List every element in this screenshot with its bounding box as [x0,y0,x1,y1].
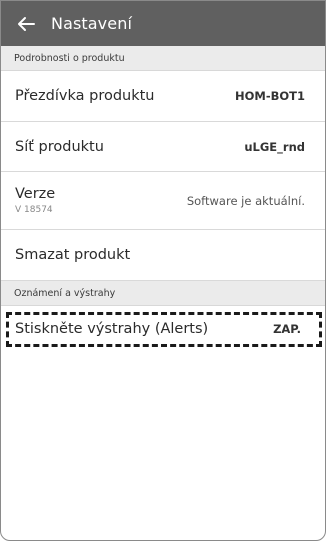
push-alerts-status[interactable]: ZAP. [273,322,301,336]
alerts-highlight: Stiskněte výstrahy (Alerts) ZAP. [1,306,325,351]
version-number: V 18574 [15,205,53,215]
push-alerts-label: Stiskněte výstrahy (Alerts) [15,320,209,337]
version-label: Verze [15,186,56,202]
arrow-left-icon[interactable] [15,13,37,35]
settings-screen: Nastavení Podrobnosti o produktu Přezdív… [0,0,326,541]
software-status: Software je aktuální. [186,193,305,208]
arrow-left-icon-graphic [18,16,35,31]
version-label-group: Verze V 18574 [15,186,55,215]
version-row[interactable]: Verze V 18574 Software je aktuální. [1,172,325,230]
product-nickname-row[interactable]: Přezdívka produktu HOM-BOT1 [1,71,325,122]
product-network-value: uLGE_rnd [244,139,305,154]
section-header-product-details: Podrobnosti o produktu [1,46,325,71]
page-title: Nastavení [51,14,132,33]
delete-product-label: Smazat produkt [15,247,131,263]
product-nickname-value: HOM-BOT1 [234,89,305,103]
push-alerts-row[interactable]: Stiskněte výstrahy (Alerts) ZAP. [1,306,325,351]
section-header-notifications: Oznámení a výstrahy [1,281,325,306]
product-nickname-label: Přezdívka produktu [15,88,155,104]
product-network-row[interactable]: Síť produktu uLGE_rnd [1,122,325,172]
app-header: Nastavení [1,1,325,46]
product-network-label: Síť produktu [15,138,104,155]
delete-product-row[interactable]: Smazat produkt [1,230,325,281]
